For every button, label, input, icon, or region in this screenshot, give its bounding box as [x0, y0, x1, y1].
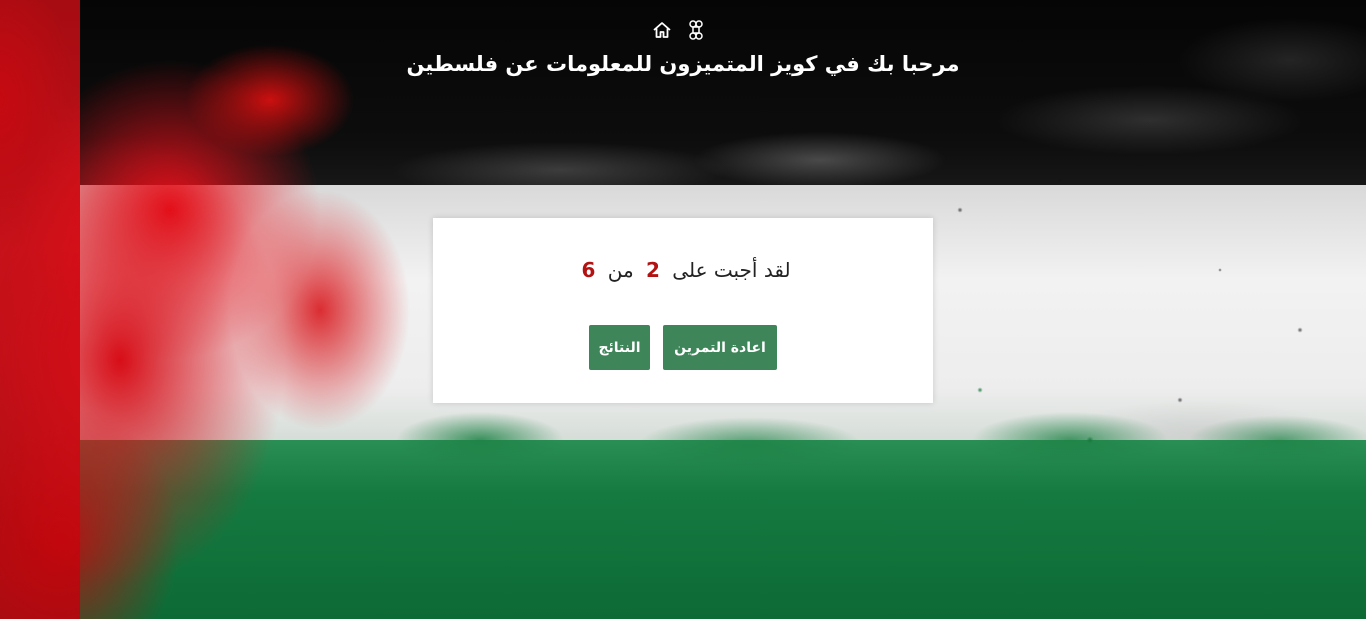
home-icon[interactable]	[650, 18, 674, 42]
score-middle: من	[607, 258, 634, 282]
score-prefix: لقد أجبت على	[672, 258, 791, 282]
result-card: لقد أجبت على 2 من 6 اعادة التمرين النتائ…	[433, 218, 933, 403]
command-icon[interactable]	[684, 18, 708, 42]
correct-count: 2	[646, 258, 660, 282]
page-background: مرحبا بك في كويز المتميزون للمعلومات عن …	[0, 0, 1366, 619]
page-title: مرحبا بك في كويز المتميزون للمعلومات عن …	[406, 52, 960, 76]
header-icons	[650, 18, 708, 42]
result-actions: اعادة التمرين النتائج	[433, 325, 933, 370]
total-count: 6	[581, 258, 596, 282]
show-results-button[interactable]: النتائج	[589, 325, 650, 370]
restart-quiz-button[interactable]: اعادة التمرين	[663, 325, 777, 370]
score-summary: لقد أجبت على 2 من 6	[433, 258, 933, 282]
